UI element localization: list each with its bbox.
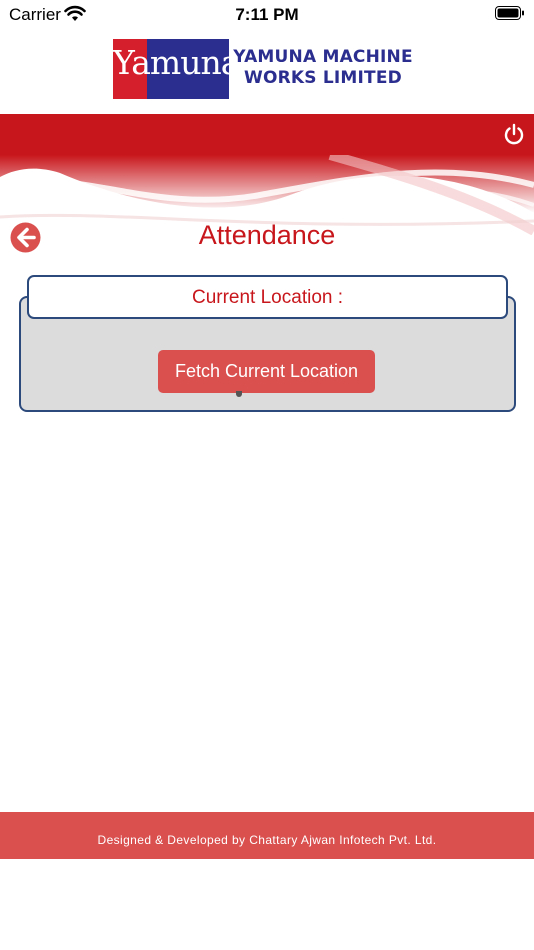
footer-credit-text: Designed & Developed by Chattary Ajwan I… <box>97 833 437 847</box>
current-location-box: Current Location : <box>27 275 508 319</box>
battery-icon <box>495 6 524 20</box>
power-icon[interactable] <box>503 123 525 145</box>
footer: Designed & Developed by Chattary Ajwan I… <box>0 812 534 859</box>
status-bar: Carrier 7:11 PM <box>0 0 534 28</box>
header-bar <box>0 114 534 155</box>
company-name-line2: WORKS LIMITED <box>244 68 402 88</box>
company-logo: Yamuna YAMUNA MACHINE WORKS LIMITED <box>113 39 415 99</box>
clock-time: 7:11 PM <box>235 5 299 24</box>
logo-brand-word: Yamuna <box>113 43 229 82</box>
page-title: Attendance <box>198 220 336 250</box>
button-indicator <box>236 391 242 397</box>
logo-mark: Yamuna <box>113 39 229 99</box>
company-name-line1: YAMUNA MACHINE <box>233 47 413 67</box>
fetch-current-location-button[interactable]: Fetch Current Location <box>158 350 375 393</box>
current-location-label: Current Location : <box>191 287 344 308</box>
